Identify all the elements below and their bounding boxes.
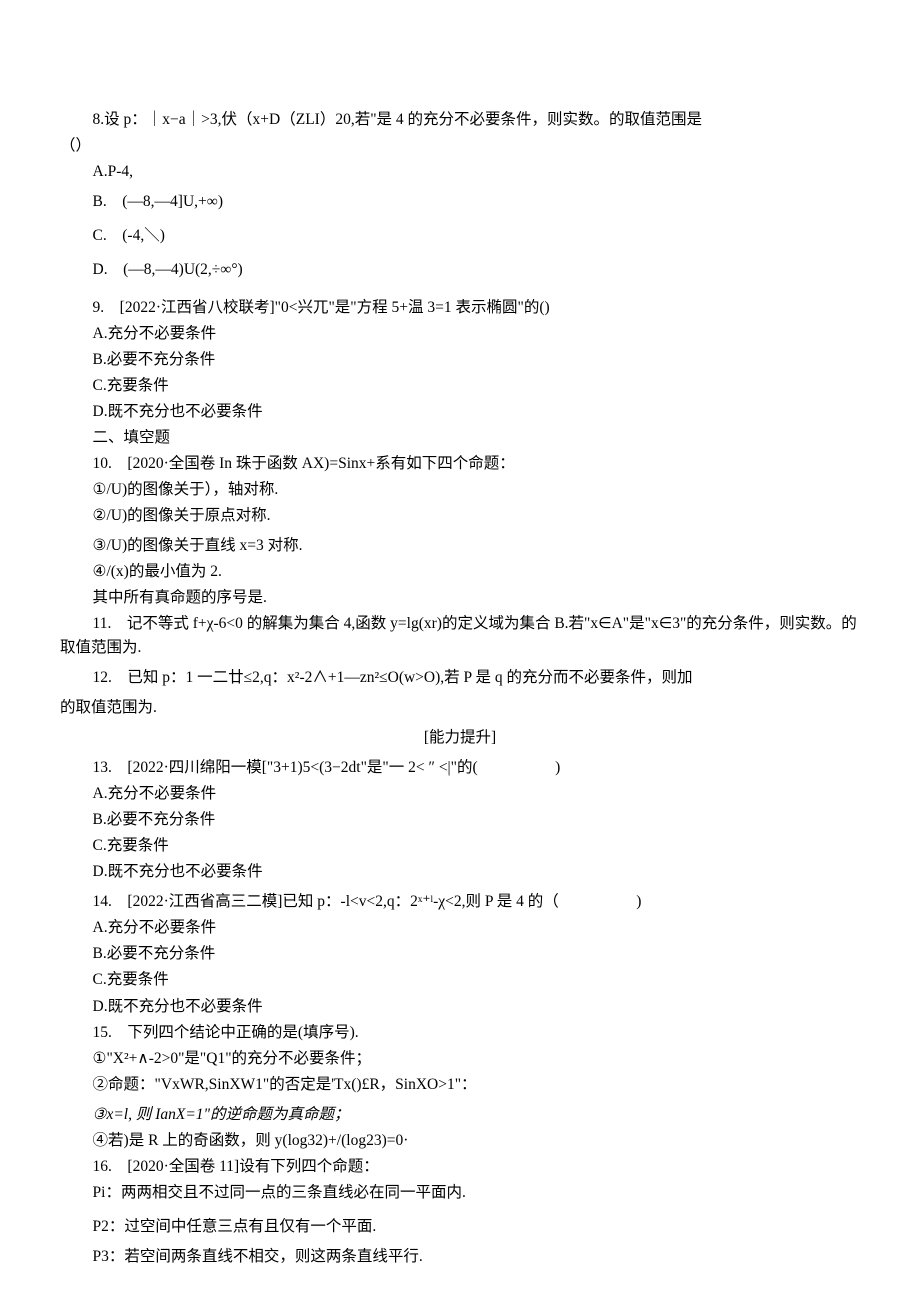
q15-line1: ①"X²+∧-2>0"是"Q1"的充分不必要条件； bbox=[60, 1047, 860, 1071]
q13-stem: 13. [2022·四川绵阳一模["3+1)5<(3−2dt"是"一 2< ″ … bbox=[60, 756, 860, 780]
q9-option-c: C.充要条件 bbox=[60, 374, 860, 398]
q16-line3: P3：若空间两条直线不相交，则这两条直线平行. bbox=[60, 1245, 860, 1269]
q8-stem-line2: （） bbox=[60, 134, 860, 158]
q10-line1: ①/U)的图像关于），轴对称. bbox=[60, 478, 860, 502]
q12-stem: 12. 已知 p：1 一二廿≤2,q：x²-2∧+1—zn²≤O(w>O),若 … bbox=[60, 666, 860, 690]
q13-option-b: B.必要不充分条件 bbox=[60, 808, 860, 832]
q15-line3: ③x=l, 则 IanX=1"的逆命题为真命题； bbox=[60, 1103, 860, 1127]
q10-stem: 10. [2020·全国卷 In 珠于函数 AX)=Sinx+系有如下四个命题： bbox=[60, 452, 860, 476]
q15-line4: ④若)是 R 上的奇函数，则 y(log32)+/(log23)=0· bbox=[60, 1129, 860, 1153]
q15-line2: ②命题："VxWR,SinXW1"的否定是'Tx()£R，SinXO>1"： bbox=[60, 1073, 860, 1097]
section-heading-fill: 二、填空题 bbox=[60, 426, 860, 450]
q13-option-c: C.充要条件 bbox=[60, 834, 860, 858]
q9-option-a: A.充分不必要条件 bbox=[60, 322, 860, 346]
q10-line5: 其中所有真命题的序号是. bbox=[60, 586, 860, 610]
q8-option-b: B. (—8,—4]U,+∞) bbox=[60, 190, 860, 214]
q8-option-a: A.P-4, bbox=[60, 160, 860, 184]
section-heading-ability: [能力提升] bbox=[60, 726, 860, 750]
q10-line2: ②/U)的图像关于原点对称. bbox=[60, 504, 860, 528]
q8-option-c: C. (-4,＼) bbox=[60, 224, 860, 248]
q16-line2: P2：过空间中任意三点有且仅有一个平面. bbox=[60, 1215, 860, 1239]
q14-option-b: B.必要不充分条件 bbox=[60, 942, 860, 966]
q9-option-d: D.既不充分也不必要条件 bbox=[60, 400, 860, 424]
q13-option-d: D.既不充分也不必要条件 bbox=[60, 860, 860, 884]
q14-stem: 14. [2022·江西省高三二模]已知 p：-l<v<2,q：2ˣ⁺ˡ-χ<2… bbox=[60, 890, 860, 914]
q16-line1: Pi：两两相交且不过同一点的三条直线必在同一平面内. bbox=[60, 1181, 860, 1205]
q12-cont: 的取值范围为. bbox=[60, 696, 860, 720]
q10-line4: ④/(x)的最小值为 2. bbox=[60, 560, 860, 584]
q8-option-d: D. (—8,—4)U(2,÷∞°) bbox=[60, 258, 860, 282]
q9-stem: 9. [2022·江西省八校联考]"0<兴兀"是"方程 5+温 3=1 表示椭圆… bbox=[60, 296, 860, 320]
q16-stem: 16. [2020·全国卷 11]设有下列四个命题： bbox=[60, 1155, 860, 1179]
q9-option-b: B.必要不充分条件 bbox=[60, 348, 860, 372]
q14-option-c: C.充要条件 bbox=[60, 968, 860, 992]
q15-stem: 15. 下列四个结论中正确的是(填序号). bbox=[60, 1021, 860, 1045]
q14-option-d: D.既不充分也不必要条件 bbox=[60, 995, 860, 1019]
q8-stem-line1: 8.设 p：｜x−a｜>3,伏（x+D（ZLI）20,若"是 4 的充分不必要条… bbox=[60, 108, 860, 132]
q10-line3: ③/U)的图像关于直线 x=3 对称. bbox=[60, 534, 860, 558]
q14-option-a: A.充分不必要条件 bbox=[60, 916, 860, 940]
q13-option-a: A.充分不必要条件 bbox=[60, 782, 860, 806]
q15-line3-text: ③x=l, 则 IanX=1"的逆命题为真命题； bbox=[93, 1106, 350, 1123]
q11-stem: 11. 记不等式 f+χ-6<0 的解集为集合 4,函数 y=lg(xr)的定义… bbox=[60, 612, 860, 660]
